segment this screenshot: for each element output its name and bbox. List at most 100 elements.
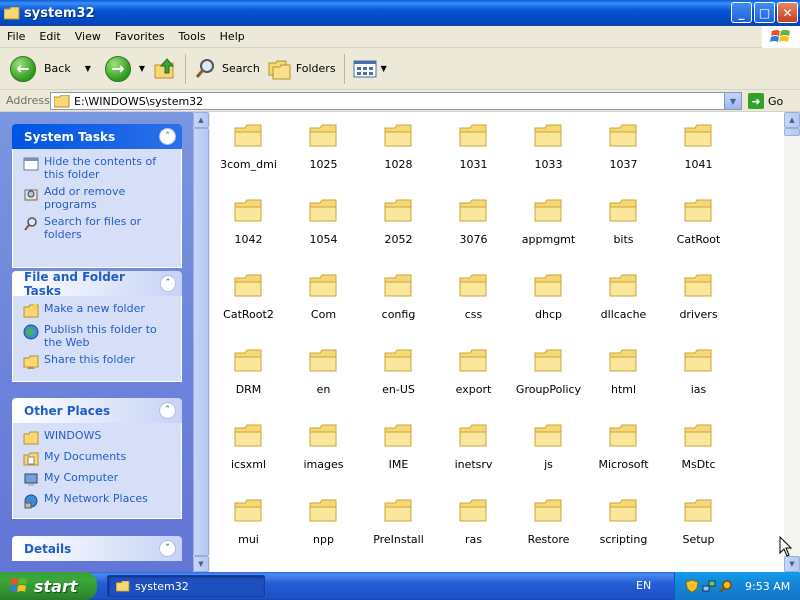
folder-item[interactable]: icsxml bbox=[211, 416, 286, 491]
forward-button[interactable]: → ▼ bbox=[101, 51, 149, 87]
folder-item[interactable]: dllcache bbox=[586, 266, 661, 341]
folder-item[interactable]: Com bbox=[286, 266, 361, 341]
maximize-button[interactable]: □ bbox=[754, 2, 775, 23]
task-publish-web[interactable]: Publish this folder to the Web bbox=[23, 323, 175, 349]
folder-item[interactable]: js bbox=[511, 416, 586, 491]
folder-item[interactable]: Microsoft bbox=[586, 416, 661, 491]
folder-item[interactable]: 1054 bbox=[286, 191, 361, 266]
folder-item[interactable]: Restore bbox=[511, 491, 586, 566]
language-indicator[interactable]: EN bbox=[636, 579, 651, 592]
place-my-computer[interactable]: My Computer bbox=[23, 471, 175, 488]
folder-item[interactable]: scripting bbox=[586, 491, 661, 566]
back-button[interactable]: ← Back ▼ bbox=[6, 51, 95, 87]
place-windows[interactable]: WINDOWS bbox=[23, 429, 175, 446]
other-places-header[interactable]: Other Places ˆ bbox=[12, 398, 182, 423]
scroll-down-button[interactable]: ▼ bbox=[193, 556, 209, 572]
address-input[interactable]: E:\WINDOWS\system32 ▼ bbox=[50, 92, 742, 110]
folder-item[interactable]: dhcp bbox=[511, 266, 586, 341]
folder-item[interactable]: en bbox=[286, 341, 361, 416]
folder-item[interactable]: IME bbox=[361, 416, 436, 491]
folder-item[interactable]: html bbox=[586, 341, 661, 416]
scroll-thumb[interactable] bbox=[784, 128, 800, 136]
menu-tools[interactable]: Tools bbox=[172, 30, 213, 43]
folder-item[interactable]: 1031 bbox=[436, 116, 511, 191]
folder-item[interactable]: en-US bbox=[361, 341, 436, 416]
folder-item[interactable]: ias bbox=[661, 341, 736, 416]
folder-item[interactable]: 3com_dmi bbox=[211, 116, 286, 191]
close-button[interactable]: ✕ bbox=[777, 2, 798, 23]
folder-item[interactable]: 1041 bbox=[661, 116, 736, 191]
start-button[interactable]: start bbox=[0, 572, 97, 600]
expand-icon[interactable]: ˇ bbox=[159, 540, 176, 557]
folder-item[interactable]: 1028 bbox=[361, 116, 436, 191]
folder-item[interactable]: GroupPolicy bbox=[511, 341, 586, 416]
folder-item[interactable]: export bbox=[436, 341, 511, 416]
task-new-folder[interactable]: Make a new folder bbox=[23, 302, 175, 319]
folders-button[interactable]: Folders bbox=[264, 51, 340, 87]
chevron-down-icon[interactable]: ▼ bbox=[139, 64, 145, 73]
security-shield-icon[interactable] bbox=[685, 579, 699, 593]
folder-item[interactable]: ras bbox=[436, 491, 511, 566]
go-button[interactable]: ➜ Go bbox=[748, 93, 783, 109]
search-icon[interactable] bbox=[719, 579, 733, 593]
place-my-documents[interactable]: My Documents bbox=[23, 450, 175, 467]
menu-edit[interactable]: Edit bbox=[32, 30, 67, 43]
scroll-thumb[interactable] bbox=[193, 128, 209, 556]
scroll-down-button[interactable]: ▼ bbox=[784, 556, 800, 572]
collapse-icon[interactable]: ˆ bbox=[159, 128, 176, 145]
collapse-icon[interactable]: ˆ bbox=[159, 402, 176, 419]
folder-item[interactable]: npp bbox=[286, 491, 361, 566]
folder-item[interactable]: config bbox=[361, 266, 436, 341]
address-dropdown-button[interactable]: ▼ bbox=[724, 93, 741, 109]
folder-item[interactable]: 1042 bbox=[211, 191, 286, 266]
details-header[interactable]: Details ˇ bbox=[12, 536, 182, 561]
menu-file[interactable]: File bbox=[0, 30, 32, 43]
task-search-files[interactable]: Search for files or folders bbox=[23, 215, 175, 241]
collapse-icon[interactable]: ˆ bbox=[159, 275, 176, 292]
folder-item[interactable]: 3076 bbox=[436, 191, 511, 266]
folder-item[interactable]: bits bbox=[586, 191, 661, 266]
system-tasks-header[interactable]: System Tasks ˆ bbox=[12, 124, 182, 149]
task-hide-contents[interactable]: Hide the contents of this folder bbox=[23, 155, 175, 181]
folder-item[interactable]: CatRoot2 bbox=[211, 266, 286, 341]
search-button[interactable]: Search bbox=[190, 51, 264, 87]
file-folder-tasks-header[interactable]: File and Folder Tasks ˆ bbox=[12, 270, 182, 298]
menu-favorites[interactable]: Favorites bbox=[108, 30, 172, 43]
menu-help[interactable]: Help bbox=[213, 30, 252, 43]
folder-item[interactable]: images bbox=[286, 416, 361, 491]
folder-item[interactable]: drivers bbox=[661, 266, 736, 341]
menu-view[interactable]: View bbox=[68, 30, 108, 43]
chevron-down-icon[interactable]: ▼ bbox=[381, 64, 387, 73]
file-list-scrollbar[interactable]: ▲ ▼ bbox=[784, 112, 800, 572]
task-share-folder[interactable]: Share this folder bbox=[23, 353, 175, 370]
task-pane-scrollbar[interactable]: ▲ ▼ bbox=[193, 112, 209, 572]
folder-item[interactable]: MsDtc bbox=[661, 416, 736, 491]
network-icon[interactable] bbox=[702, 579, 716, 593]
folder-item[interactable]: mui bbox=[211, 491, 286, 566]
scroll-up-button[interactable]: ▲ bbox=[193, 112, 209, 128]
folder-name: Restore bbox=[527, 533, 570, 546]
views-button[interactable]: ▼ bbox=[349, 51, 391, 87]
task-add-remove-programs[interactable]: Add or remove programs bbox=[23, 185, 175, 211]
up-folder-button[interactable] bbox=[149, 51, 181, 87]
folder-name: 3com_dmi bbox=[220, 158, 277, 171]
taskbar-app-button[interactable]: system32 bbox=[107, 575, 265, 597]
folder-item[interactable]: PreInstall bbox=[361, 491, 436, 566]
chevron-down-icon[interactable]: ▼ bbox=[85, 64, 91, 73]
place-label: My Network Places bbox=[44, 492, 148, 505]
folder-name: 2052 bbox=[384, 233, 413, 246]
folder-item[interactable]: 2052 bbox=[361, 191, 436, 266]
folder-item[interactable]: 1025 bbox=[286, 116, 361, 191]
folder-item[interactable]: 1037 bbox=[586, 116, 661, 191]
folder-item[interactable]: CatRoot bbox=[661, 191, 736, 266]
minimize-button[interactable]: _ bbox=[731, 2, 752, 23]
place-network-places[interactable]: My Network Places bbox=[23, 492, 175, 509]
title-bar[interactable]: system32 _ □ ✕ bbox=[0, 0, 800, 26]
folder-item[interactable]: css bbox=[436, 266, 511, 341]
scroll-up-button[interactable]: ▲ bbox=[784, 112, 800, 128]
folder-item[interactable]: appmgmt bbox=[511, 191, 586, 266]
folder-item[interactable]: Setup bbox=[661, 491, 736, 566]
folder-item[interactable]: DRM bbox=[211, 341, 286, 416]
folder-item[interactable]: 1033 bbox=[511, 116, 586, 191]
folder-item[interactable]: inetsrv bbox=[436, 416, 511, 491]
